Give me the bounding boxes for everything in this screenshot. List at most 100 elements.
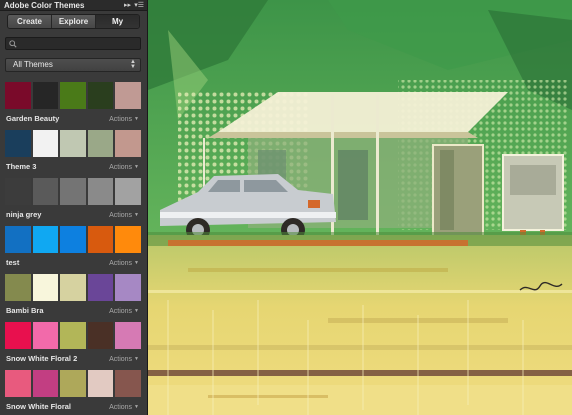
theme-actions-label: Actions	[109, 212, 133, 219]
theme-actions-menu[interactable]: Actions ▼	[109, 114, 139, 125]
theme-swatches[interactable]	[5, 226, 142, 253]
color-swatch[interactable]	[32, 178, 59, 205]
theme-filter-select[interactable]: All Themes ▲ ▼	[5, 58, 141, 72]
theme-swatches[interactable]	[5, 130, 142, 157]
theme-actions-label: Actions	[109, 308, 133, 315]
color-swatch[interactable]	[115, 274, 141, 301]
color-swatch[interactable]	[5, 274, 31, 301]
chevron-down-icon: ▼	[134, 260, 139, 266]
color-swatch[interactable]	[87, 178, 114, 205]
theme-item[interactable]: ninja grey Actions ▼	[5, 178, 142, 226]
color-swatch[interactable]	[115, 370, 141, 397]
chevron-down-icon: ▼	[134, 356, 139, 362]
color-swatch[interactable]	[87, 370, 114, 397]
theme-name: Theme 3	[6, 162, 37, 171]
artwork-illustration	[148, 0, 572, 415]
color-swatch[interactable]	[87, 322, 114, 349]
color-swatch[interactable]	[115, 322, 141, 349]
panel-menu-icon[interactable]: ▾☰	[134, 0, 144, 11]
theme-swatches[interactable]	[5, 370, 142, 397]
chevron-down-icon: ▼	[134, 308, 139, 314]
color-swatch[interactable]	[5, 130, 31, 157]
theme-item[interactable]: Theme 3 Actions ▼	[5, 130, 142, 178]
theme-actions-label: Actions	[109, 260, 133, 267]
theme-info-row: test Actions ▼	[5, 258, 142, 268]
theme-actions-menu[interactable]: Actions ▼	[109, 306, 139, 317]
theme-item[interactable]: Snow White Floral 2 Actions ▼	[5, 322, 142, 370]
panel-title: Adobe Color Themes	[4, 1, 85, 10]
color-swatch[interactable]	[115, 82, 141, 109]
color-swatch[interactable]	[87, 130, 114, 157]
theme-info-row: Garden Beauty Actions ▼	[5, 114, 142, 124]
theme-name: Snow White Floral 2	[6, 354, 78, 363]
theme-swatches[interactable]	[5, 82, 142, 109]
color-swatch[interactable]	[60, 130, 86, 157]
theme-actions-label: Actions	[109, 164, 133, 171]
color-swatch[interactable]	[32, 322, 59, 349]
theme-item[interactable]: Bambi Bra Actions ▼	[5, 274, 142, 322]
theme-actions-label: Actions	[109, 356, 133, 363]
collapse-icon[interactable]: ▸▸	[124, 0, 131, 11]
color-swatch[interactable]	[32, 274, 59, 301]
chevron-down-icon: ▼	[134, 116, 139, 122]
theme-info-row: Theme 3 Actions ▼	[5, 162, 142, 172]
color-swatch[interactable]	[5, 322, 31, 349]
theme-item[interactable]: Snow White Floral Actions ▼	[5, 370, 142, 415]
theme-name: ninja grey	[6, 210, 42, 219]
color-swatch[interactable]	[115, 226, 141, 253]
panel-titlebar: Adobe Color Themes ▸▸ ▾☰	[0, 0, 147, 11]
color-swatch[interactable]	[60, 370, 86, 397]
color-swatch[interactable]	[115, 130, 141, 157]
theme-info-row: ninja grey Actions ▼	[5, 210, 142, 220]
chevron-down-icon: ▼	[134, 212, 139, 218]
theme-swatches[interactable]	[5, 178, 142, 205]
color-swatch[interactable]	[60, 178, 86, 205]
theme-info-row: Snow White Floral Actions ▼	[5, 402, 142, 412]
updown-icon: ▲ ▼	[130, 59, 136, 70]
theme-actions-menu[interactable]: Actions ▼	[109, 354, 139, 365]
theme-actions-menu[interactable]: Actions ▼	[109, 402, 139, 413]
tab-my-themes[interactable]: My Themes	[96, 15, 139, 28]
tab-explore[interactable]: Explore	[52, 15, 96, 28]
color-swatch[interactable]	[32, 82, 59, 109]
theme-name: Snow White Floral	[6, 402, 71, 411]
tab-bar: Create Explore My Themes	[7, 14, 140, 29]
theme-swatches[interactable]	[5, 274, 142, 301]
theme-filter-value: All Themes	[13, 60, 53, 69]
theme-actions-menu[interactable]: Actions ▼	[109, 258, 139, 269]
color-themes-panel: Adobe Color Themes ▸▸ ▾☰ Create Explore …	[0, 0, 148, 415]
theme-item[interactable]: Garden Beauty Actions ▼	[5, 82, 142, 130]
color-swatch[interactable]	[32, 226, 59, 253]
color-swatch[interactable]	[5, 82, 31, 109]
color-swatch[interactable]	[5, 178, 31, 205]
color-swatch[interactable]	[32, 130, 59, 157]
theme-actions-label: Actions	[109, 404, 133, 411]
chevron-down-icon: ▼	[134, 164, 139, 170]
theme-actions-label: Actions	[109, 116, 133, 123]
color-swatch[interactable]	[32, 370, 59, 397]
chevron-down-icon: ▼	[134, 404, 139, 410]
theme-info-row: Snow White Floral 2 Actions ▼	[5, 354, 142, 364]
theme-item[interactable]: test Actions ▼	[5, 226, 142, 274]
color-swatch[interactable]	[5, 370, 31, 397]
color-swatch[interactable]	[60, 322, 86, 349]
color-swatch[interactable]	[115, 178, 141, 205]
theme-actions-menu[interactable]: Actions ▼	[109, 162, 139, 173]
color-swatch[interactable]	[60, 82, 86, 109]
color-swatch[interactable]	[87, 82, 114, 109]
color-swatch[interactable]	[60, 226, 86, 253]
theme-list: Garden Beauty Actions ▼ Theme 3 Actions ▼ ninj…	[5, 82, 142, 415]
color-swatch[interactable]	[5, 226, 31, 253]
search-icon	[9, 40, 17, 48]
theme-swatches[interactable]	[5, 322, 142, 349]
theme-name: test	[6, 258, 20, 267]
theme-name: Bambi Bra	[6, 306, 44, 315]
tab-create[interactable]: Create	[8, 15, 52, 28]
color-swatch[interactable]	[60, 274, 86, 301]
theme-info-row: Bambi Bra Actions ▼	[5, 306, 142, 316]
search-input[interactable]	[20, 38, 138, 49]
theme-actions-menu[interactable]: Actions ▼	[109, 210, 139, 221]
search-box	[5, 37, 141, 50]
color-swatch[interactable]	[87, 274, 114, 301]
color-swatch[interactable]	[87, 226, 114, 253]
